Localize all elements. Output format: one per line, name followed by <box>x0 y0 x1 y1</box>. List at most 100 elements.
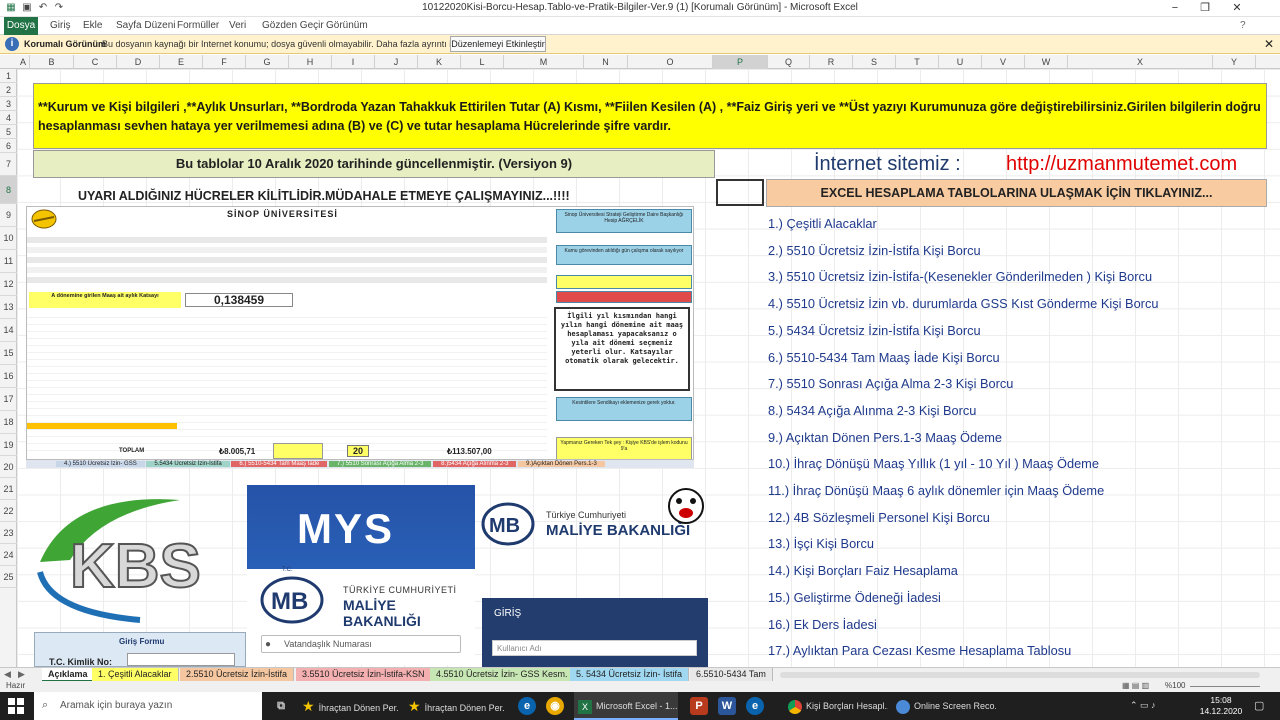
sheet-tab-3[interactable]: 3.5510 Ücretsiz İzin-İstifa-KSN <box>296 668 432 682</box>
tab-home[interactable]: Giriş <box>50 17 71 35</box>
row-header[interactable]: 23 <box>0 522 17 544</box>
row-header[interactable]: 1 <box>0 69 17 83</box>
tab-prev-icon[interactable]: ◀ <box>4 669 11 680</box>
sheet-tab-2[interactable]: 2.5510 Ücretsiz İzin-İstifa <box>180 668 295 682</box>
row-header[interactable]: 21 <box>0 478 17 500</box>
column-header[interactable]: M <box>504 55 584 69</box>
tab-insert[interactable]: Ekle <box>83 17 102 35</box>
excel-table-link[interactable]: 9.) Açıktan Dönen Pers.1-3 Maaş Ödeme <box>768 430 1002 445</box>
excel-table-link[interactable]: 14.) Kişi Borçları Faiz Hesaplama <box>768 563 958 578</box>
row-header[interactable]: 6 <box>0 139 17 153</box>
excel-table-link[interactable]: 16.) Ek Ders İadesi <box>768 617 877 632</box>
column-header[interactable]: D <box>117 55 160 69</box>
view-mode-icons[interactable]: ▦ ▤ ▥ <box>1122 681 1149 690</box>
column-header[interactable]: R <box>810 55 853 69</box>
excel-table-link[interactable]: 13.) İşçi Kişi Borcu <box>768 536 874 551</box>
word-icon[interactable]: W <box>718 697 736 715</box>
powerpoint-icon[interactable]: P <box>690 697 708 715</box>
username-input[interactable]: Kullanıcı Adı <box>492 640 697 656</box>
horizontal-scrollbar[interactable] <box>780 672 1260 678</box>
taskbar-app-recorder[interactable]: Online Screen Reco... <box>892 692 996 720</box>
column-header[interactable]: B <box>30 55 74 69</box>
row-header[interactable]: 20 <box>0 456 17 478</box>
row-header[interactable]: 24 <box>0 544 17 566</box>
excel-table-link[interactable]: 10.) İhraç Dönüşü Maaş Yıllık (1 yıl - 1… <box>768 456 1099 471</box>
taskbar-app-2[interactable]: ★ İhraçtan Dönen Per... <box>404 692 504 720</box>
row-header[interactable]: 3 <box>0 97 17 111</box>
row-header[interactable]: 9 <box>0 204 17 227</box>
tab-file[interactable]: Dosya <box>4 17 38 35</box>
row-header[interactable]: 14 <box>0 319 17 342</box>
row-header[interactable]: 11 <box>0 250 17 273</box>
protected-view-message[interactable]: Bu dosyanın kaynağı bir Internet konumu;… <box>102 39 494 49</box>
tab-data[interactable]: Veri <box>229 17 246 35</box>
excel-table-link[interactable]: 12.) 4B Sözleşmeli Personel Kişi Borcu <box>768 510 990 525</box>
column-header[interactable]: I <box>332 55 375 69</box>
active-cell[interactable] <box>716 179 764 206</box>
excel-table-link[interactable]: 7.) 5510 Sonrası Açığa Alma 2-3 Kişi Bor… <box>768 376 1013 391</box>
row-header[interactable]: 15 <box>0 342 17 365</box>
taskbar-app-1[interactable]: ★ İhraçtan Dönen Per... <box>298 692 398 720</box>
row-header[interactable]: 10 <box>0 227 17 250</box>
row-header[interactable]: 18 <box>0 411 17 434</box>
excel-table-link[interactable]: 17.) Aylıktan Para Cezası Kesme Hesaplam… <box>768 643 1071 658</box>
close-icon[interactable]: ✕ <box>1222 0 1252 17</box>
enable-editing-button[interactable]: Düzenlemeyi Etkinleştir <box>450 36 546 52</box>
column-header[interactable]: W <box>1025 55 1068 69</box>
row-header[interactable]: 13 <box>0 296 17 319</box>
ie-icon[interactable]: e <box>746 697 764 715</box>
site-url-link[interactable]: http://uzmanmutemet.com <box>1006 153 1237 176</box>
column-header[interactable]: V <box>982 55 1025 69</box>
row-header[interactable]: 8 <box>0 176 17 204</box>
column-header[interactable]: N <box>584 55 628 69</box>
excel-table-link[interactable]: 15.) Geliştirme Ödeneği İadesi <box>768 590 941 605</box>
row-header[interactable]: 16 <box>0 365 17 388</box>
sheet-tab-5[interactable]: 5. 5434 Ücretsiz İzin- İstifa <box>570 668 690 682</box>
column-header[interactable]: C <box>74 55 117 69</box>
taskbar-search[interactable]: ⌕ Aramak için buraya yazın <box>34 692 262 720</box>
column-header[interactable]: J <box>375 55 418 69</box>
column-header[interactable]: O <box>628 55 713 69</box>
sheet-tab-4[interactable]: 4.5510 Ücretsiz İzin- GSS Kesm. <box>430 668 575 682</box>
column-header[interactable]: G <box>246 55 289 69</box>
zoom-level[interactable]: %100 <box>1165 681 1185 690</box>
column-header[interactable]: S <box>853 55 896 69</box>
sheet-tab-1[interactable]: 1. Çeşitli Alacaklar <box>92 668 179 682</box>
excel-table-link[interactable]: 1.) Çeşitli Alacaklar <box>768 216 877 231</box>
row-header[interactable]: 19 <box>0 434 17 456</box>
column-header[interactable]: L <box>461 55 504 69</box>
tab-page-layout[interactable]: Sayfa Düzeni <box>116 17 175 35</box>
tab-next-icon[interactable]: ▶ <box>18 669 25 680</box>
excel-table-link[interactable]: 4.) 5510 Ücretsiz İzin vb. durumlarda GS… <box>768 296 1158 311</box>
browser-icon[interactable]: ◉ <box>546 697 564 715</box>
column-header[interactable]: E <box>160 55 203 69</box>
row-header[interactable]: 12 <box>0 273 17 296</box>
tc-id-input[interactable] <box>127 653 235 666</box>
tab-review[interactable]: Gözden Geçir <box>262 17 324 35</box>
excel-table-link[interactable]: 2.) 5510 Ücretsiz İzin-İstifa Kişi Borcu <box>768 243 981 258</box>
row-header[interactable]: 7 <box>0 153 17 176</box>
zoom-slider[interactable] <box>1190 686 1260 687</box>
excel-table-link[interactable]: 5.) 5434 Ücretsiz İzin-İstifa Kişi Borcu <box>768 323 981 338</box>
sheet-tab-6[interactable]: 6.5510-5434 Tam <box>690 668 773 682</box>
row-header[interactable]: 17 <box>0 388 17 411</box>
excel-table-link[interactable]: 11.) İhraç Dönüşü Maaş 6 aylık dönemler … <box>768 483 1104 498</box>
maximize-icon[interactable]: ❐ <box>1190 0 1220 17</box>
column-header[interactable]: P <box>713 55 768 69</box>
excel-table-link[interactable]: 3.) 5510 Ücretsiz İzin-İstifa-(Kesenekle… <box>768 269 1152 284</box>
row-header[interactable]: 25 <box>0 566 17 588</box>
close-bar-icon[interactable]: ✕ <box>1264 37 1274 51</box>
column-header[interactable]: Q <box>768 55 810 69</box>
row-header[interactable]: 22 <box>0 500 17 522</box>
excel-table-link[interactable]: 8.) 5434 Açığa Alınma 2-3 Kişi Borcu <box>768 403 976 418</box>
column-header[interactable]: Y <box>1213 55 1256 69</box>
column-header[interactable]: K <box>418 55 461 69</box>
edge-icon[interactable]: e <box>518 697 536 715</box>
help-icon[interactable]: ? <box>1240 17 1246 35</box>
column-header[interactable]: A <box>17 55 30 69</box>
taskbar-clock[interactable]: 15:08 14.12.2020 <box>1198 695 1244 717</box>
citizen-id-input[interactable]: Vatandaşlık Numarası <box>261 635 461 653</box>
task-view-icon[interactable]: ⧉ <box>272 697 290 715</box>
minimize-icon[interactable]: − <box>1160 0 1190 17</box>
row-header[interactable]: 4 <box>0 111 17 125</box>
